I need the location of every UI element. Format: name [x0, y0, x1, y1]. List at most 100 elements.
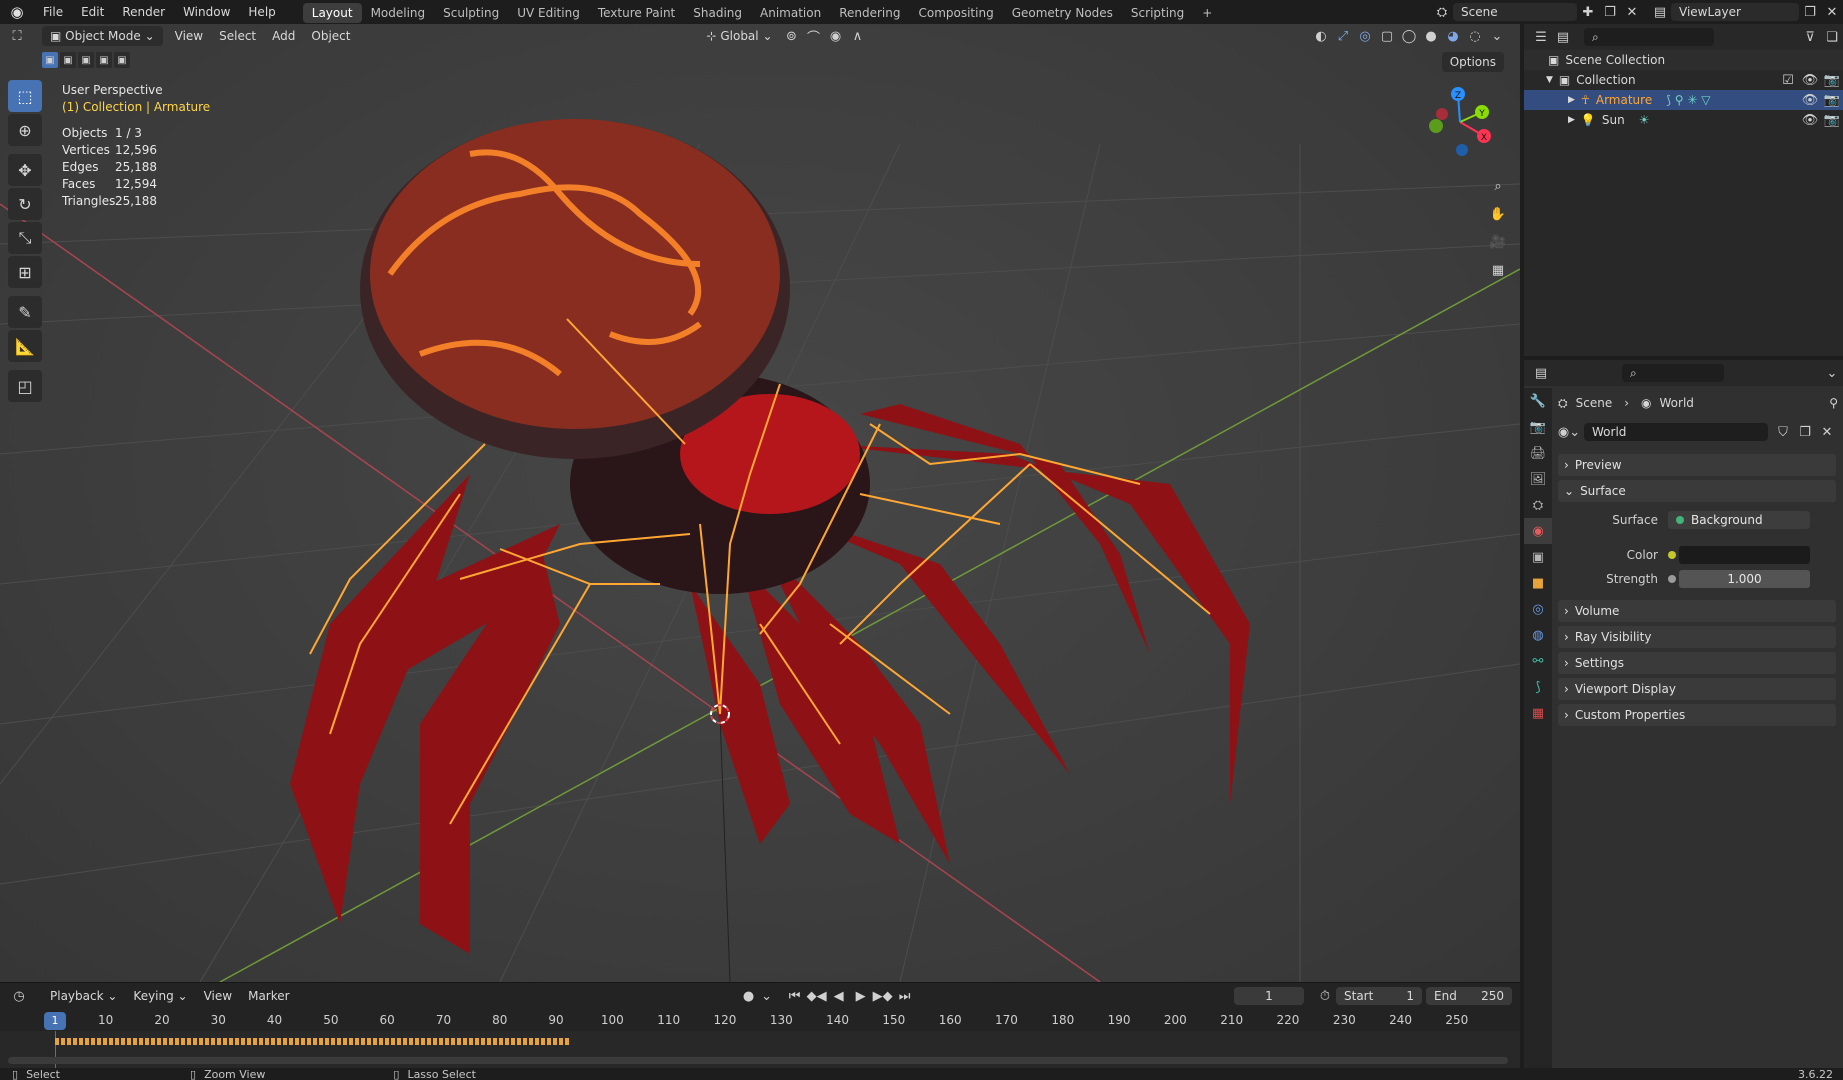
expand-arrow-icon[interactable]: ▼: [1546, 75, 1553, 85]
timeline-track[interactable]: [0, 1031, 1520, 1069]
timeline-menu-marker[interactable]: Marker: [240, 986, 297, 1006]
scene-tab-icon[interactable]: ⛭: [1524, 492, 1552, 518]
properties-search-input[interactable]: ⌕: [1622, 364, 1724, 382]
delete-scene-icon[interactable]: ✕: [1621, 2, 1643, 22]
timeline-menu-playback[interactable]: Playback ⌄: [42, 986, 125, 1006]
xray-icon[interactable]: ▢: [1376, 26, 1398, 46]
select-invert-icon[interactable]: ▣: [96, 52, 112, 68]
annotate-tool-icon[interactable]: ✎: [8, 296, 42, 328]
options-dropdown[interactable]: Options: [1441, 52, 1504, 72]
add-workspace-button[interactable]: +: [1193, 3, 1221, 23]
display-mode-icon[interactable]: ▤: [1552, 27, 1574, 47]
world-browse-icon[interactable]: ◉⌄: [1558, 422, 1580, 442]
constraint-tab-icon[interactable]: ⚯: [1524, 648, 1552, 674]
end-frame-field[interactable]: End 250: [1426, 987, 1512, 1005]
navigation-gizmo[interactable]: X Y Z: [1418, 80, 1502, 164]
jump-start-icon[interactable]: ⏮: [784, 986, 806, 1006]
shading-options-icon[interactable]: ⌄: [1486, 26, 1508, 46]
tab-rendering[interactable]: Rendering: [830, 3, 909, 23]
tab-uv-editing[interactable]: UV Editing: [508, 3, 589, 23]
tool-tab-icon[interactable]: 🔧: [1524, 388, 1552, 414]
panel-custom-properties[interactable]: › Custom Properties: [1558, 704, 1836, 726]
pin-icon[interactable]: ✚: [1577, 2, 1599, 22]
record-icon[interactable]: ●: [738, 986, 760, 1006]
rotate-tool-icon[interactable]: ↻: [8, 188, 42, 220]
play-reverse-icon[interactable]: ◀: [828, 986, 850, 1006]
outliner-search-input[interactable]: ⌕: [1584, 28, 1714, 46]
panel-viewport-display[interactable]: › Viewport Display: [1558, 678, 1836, 700]
proportional-edit-icon[interactable]: ◉: [825, 26, 847, 46]
cursor-tool-icon[interactable]: ⊕: [8, 114, 42, 146]
timeline-editor-type-icon[interactable]: ◷: [8, 986, 30, 1006]
eye-icon[interactable]: 👁: [1799, 90, 1821, 110]
unlink-icon[interactable]: ✕: [1816, 422, 1838, 442]
outliner-item-sun[interactable]: ▶ 💡 Sun ☀ 👁 📷: [1524, 110, 1843, 130]
outliner-collection[interactable]: ▼ ▣ Collection ☑ 👁 📷: [1524, 70, 1843, 90]
viewport-menu-object[interactable]: Object: [303, 26, 358, 46]
move-tool-icon[interactable]: ✥: [8, 154, 42, 186]
output-tab-icon[interactable]: 🖨: [1524, 440, 1552, 466]
pin-icon[interactable]: ⚲: [1829, 396, 1838, 410]
outliner-item-armature[interactable]: ▶ ☥ Armature ⟆ ⚲ ✳ ▽ 👁 📷: [1524, 90, 1843, 110]
panel-preview[interactable]: › Preview: [1558, 454, 1836, 476]
new-view-layer-icon[interactable]: ❐: [1799, 2, 1821, 22]
outliner-type-icon[interactable]: ☰: [1530, 27, 1552, 47]
camera-icon[interactable]: 📷: [1821, 110, 1843, 130]
modifier-tab-icon[interactable]: ◎: [1524, 596, 1552, 622]
play-icon[interactable]: ▶: [850, 986, 872, 1006]
timeline-scrollbar[interactable]: [8, 1057, 1508, 1064]
timeline-menu-keying[interactable]: Keying ⌄: [125, 986, 195, 1006]
filter-icon[interactable]: ⊽: [1799, 27, 1821, 47]
menu-help[interactable]: Help: [239, 0, 284, 24]
material-shading-icon[interactable]: ◕: [1442, 26, 1464, 46]
menu-edit[interactable]: Edit: [72, 0, 113, 24]
eye-icon[interactable]: 👁: [1799, 110, 1821, 130]
collection-tab-icon[interactable]: ▣: [1524, 544, 1552, 570]
current-frame-marker[interactable]: 1: [44, 1012, 66, 1030]
tab-compositing[interactable]: Compositing: [909, 3, 1002, 23]
scene-icon[interactable]: ⛭: [1431, 2, 1453, 22]
transform-orientation[interactable]: ⊹ Global ⌄: [698, 26, 780, 46]
keyframes-strip[interactable]: [55, 1038, 569, 1045]
texture-tab-icon[interactable]: ▦: [1524, 700, 1552, 726]
scene-selector[interactable]: Scene: [1453, 3, 1577, 21]
expand-arrow-icon[interactable]: ▶: [1568, 115, 1575, 125]
wireframe-shading-icon[interactable]: ◯: [1398, 26, 1420, 46]
viewport-menu-add[interactable]: Add: [264, 26, 303, 46]
tab-animation[interactable]: Animation: [751, 3, 830, 23]
current-frame-field[interactable]: 1: [1234, 987, 1304, 1005]
jump-end-icon[interactable]: ⏭: [894, 986, 916, 1006]
pan-hand-icon[interactable]: ✋: [1486, 202, 1510, 226]
tab-scripting[interactable]: Scripting: [1122, 3, 1193, 23]
panel-surface[interactable]: ⌄ Surface: [1558, 480, 1836, 502]
menu-file[interactable]: File: [34, 0, 72, 24]
object-tab-icon[interactable]: ■: [1524, 570, 1552, 596]
start-frame-field[interactable]: Start 1: [1336, 987, 1422, 1005]
properties-options-icon[interactable]: ⌄: [1821, 363, 1843, 383]
scale-tool-icon[interactable]: ⤡: [8, 222, 42, 254]
panel-settings[interactable]: › Settings: [1558, 652, 1836, 674]
fake-user-icon[interactable]: ⛉: [1772, 422, 1794, 442]
measure-tool-icon[interactable]: 📐: [8, 330, 42, 362]
view-layer-tab-icon[interactable]: 🖼: [1524, 466, 1552, 492]
panel-ray-visibility[interactable]: › Ray Visibility: [1558, 626, 1836, 648]
timeline-ruler[interactable]: 1 10 20 30 40 50 60 70 80 90 100 110 120 130 140 150 16…: [0, 1009, 1520, 1031]
new-scene-icon[interactable]: ❐: [1599, 2, 1621, 22]
prev-keyframe-icon[interactable]: ◆◀: [806, 986, 828, 1006]
select-subtract-icon[interactable]: ▣: [78, 52, 94, 68]
eye-icon[interactable]: 👁: [1799, 70, 1821, 90]
timeline-menu-view[interactable]: View: [196, 986, 240, 1006]
tab-layout[interactable]: Layout: [302, 3, 362, 23]
overlay-toggle-icon[interactable]: ◎: [1354, 26, 1376, 46]
gizmo-neg-x-icon[interactable]: [1436, 108, 1448, 120]
preview-range-icon[interactable]: ⏱: [1314, 986, 1336, 1006]
camera-icon[interactable]: 📷: [1821, 70, 1843, 90]
tab-shading[interactable]: Shading: [684, 3, 751, 23]
select-extend-icon[interactable]: ▣: [60, 52, 76, 68]
menu-window[interactable]: Window: [174, 0, 239, 24]
pivot-icon[interactable]: ⊚: [781, 26, 803, 46]
panel-volume[interactable]: › Volume: [1558, 600, 1836, 622]
checkbox-icon[interactable]: ☑: [1777, 70, 1799, 90]
select-box-tool-icon[interactable]: ⬚: [8, 80, 42, 112]
strength-field[interactable]: 1.000: [1679, 570, 1810, 588]
